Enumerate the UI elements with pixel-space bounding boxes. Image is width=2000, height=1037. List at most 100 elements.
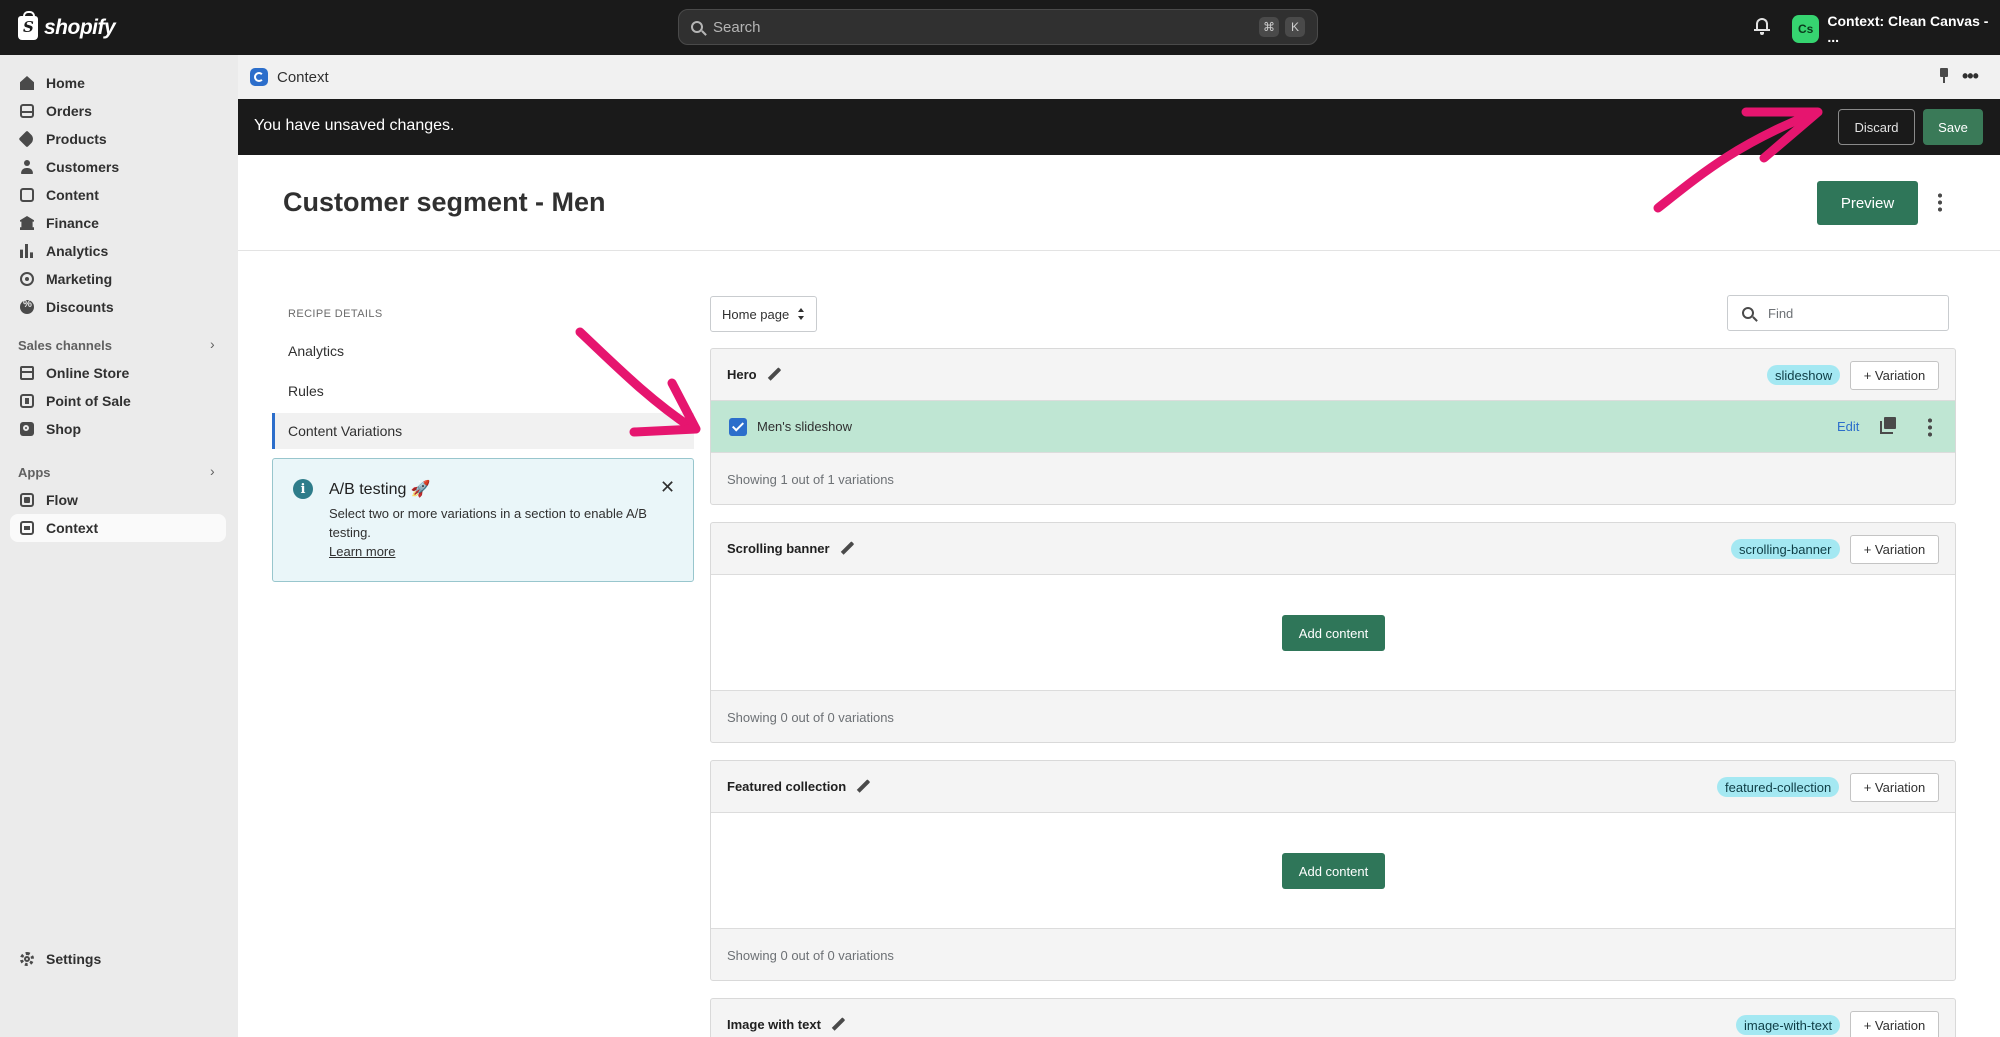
save-button[interactable]: Save <box>1923 109 1983 145</box>
section-image-with-text: Image with text image-with-text + Variat… <box>710 998 1956 1037</box>
section-footer: Showing 0 out of 0 variations <box>727 709 894 725</box>
sidebar-item-label: Context <box>46 520 99 536</box>
more-vertical-icon[interactable] <box>1938 192 1942 212</box>
shopify-bag-icon <box>18 11 38 40</box>
store-menu[interactable]: Cs Context: Clean Canvas - ... <box>1792 13 2000 45</box>
context-icon <box>20 521 34 535</box>
add-content-button[interactable]: Add content <box>1282 853 1385 889</box>
shortcut-cmd-key: ⌘ <box>1259 17 1279 37</box>
sidebar-item-label: Home <box>46 75 85 91</box>
section-tag: slideshow <box>1767 365 1841 385</box>
gear-icon <box>20 952 34 966</box>
pencil-icon[interactable] <box>831 1016 846 1031</box>
add-content-button[interactable]: Add content <box>1282 615 1385 651</box>
edit-link[interactable]: Edit <box>1837 419 1859 434</box>
section-body: Add content <box>711 813 1955 929</box>
sidebar-item-analytics[interactable]: Analytics <box>10 237 226 265</box>
sidebar-item-online-store[interactable]: Online Store <box>10 359 226 387</box>
store-name: Context: Clean Canvas - ... <box>1827 13 1989 45</box>
ab-testing-banner: i A/B testing 🚀 Select two or more varia… <box>272 458 694 582</box>
sidebar-item-content[interactable]: Content <box>10 181 226 209</box>
pencil-icon[interactable] <box>840 540 854 555</box>
apps-heading[interactable]: Apps <box>18 465 51 480</box>
recipe-nav-rules[interactable]: Rules <box>272 373 694 409</box>
sidebar-item-shop[interactable]: Shop <box>10 415 226 443</box>
section-body: Add content <box>711 575 1955 691</box>
store-icon <box>20 366 34 380</box>
bank-icon <box>20 216 34 230</box>
ab-testing-text: Select two or more variations in a secti… <box>329 506 647 540</box>
search-bar[interactable]: Search ⌘ K <box>678 9 1318 45</box>
sales-channels-heading[interactable]: Sales channels <box>18 338 112 353</box>
sidebar-item-orders[interactable]: Orders <box>10 97 226 125</box>
find-placeholder: Find <box>1768 305 1794 321</box>
app-title: Context <box>277 68 329 86</box>
sidebar: Home Orders Products Customers Content F… <box>0 55 238 1037</box>
sidebar-item-flow[interactable]: Flow <box>10 486 226 514</box>
sidebar-item-products[interactable]: Products <box>10 125 226 153</box>
inbox-icon <box>20 104 34 118</box>
add-variation-button[interactable]: + Variation <box>1850 1011 1939 1037</box>
sidebar-item-label: Discounts <box>46 299 114 315</box>
sidebar-item-label: Analytics <box>46 243 109 259</box>
section-footer: Showing 0 out of 0 variations <box>727 947 894 963</box>
recipe-details-heading: RECIPE DETAILS <box>288 308 383 320</box>
variation-row[interactable]: Men's slideshow Edit <box>711 401 1955 453</box>
top-bar: shopify Search ⌘ K Cs Context: Clean Can… <box>0 0 2000 55</box>
more-horizontal-icon[interactable]: ••• <box>1962 66 1979 87</box>
sidebar-item-context[interactable]: Context <box>10 514 226 542</box>
bell-icon[interactable] <box>1754 17 1770 35</box>
select-arrows-icon <box>798 308 804 320</box>
section-featured-collection: Featured collection featured-collection … <box>710 760 1956 981</box>
section-header: Featured collection featured-collection … <box>711 761 1955 813</box>
section-header: Scrolling banner scrolling-banner + Vari… <box>711 523 1955 575</box>
pencil-icon[interactable] <box>767 366 781 381</box>
section-scrolling-banner: Scrolling banner scrolling-banner + Vari… <box>710 522 1956 743</box>
info-icon: i <box>293 479 313 499</box>
person-icon <box>20 160 34 174</box>
sidebar-item-customers[interactable]: Customers <box>10 153 226 181</box>
recipe-nav-content-variations[interactable]: Content Variations <box>272 413 694 449</box>
ab-testing-title: A/B testing 🚀 <box>329 481 431 498</box>
context-app-icon <box>250 68 268 86</box>
recipe-nav-analytics[interactable]: Analytics <box>272 333 694 369</box>
variation-checkbox[interactable] <box>729 418 747 436</box>
search-icon <box>691 21 703 33</box>
sidebar-item-finance[interactable]: Finance <box>10 209 226 237</box>
search-placeholder: Search <box>713 18 761 36</box>
section-tag: scrolling-banner <box>1731 539 1840 559</box>
close-icon[interactable]: ✕ <box>660 477 675 498</box>
sidebar-item-home[interactable]: Home <box>10 69 226 97</box>
preview-button[interactable]: Preview <box>1817 181 1918 225</box>
page-header: Customer segment - Men Preview <box>238 155 2000 251</box>
chevron-right-icon[interactable]: › <box>210 463 215 479</box>
chevron-right-icon[interactable]: › <box>210 336 215 352</box>
sidebar-item-label: Products <box>46 131 107 147</box>
add-variation-button[interactable]: + Variation <box>1850 535 1939 564</box>
learn-more-link[interactable]: Learn more <box>329 544 395 559</box>
duplicate-icon[interactable] <box>1880 417 1896 434</box>
logo-text: shopify <box>44 16 116 39</box>
page-select[interactable]: Home page <box>710 296 817 332</box>
pin-icon[interactable] <box>1938 68 1950 84</box>
discard-button[interactable]: Discard <box>1838 109 1915 145</box>
section-footer: Showing 1 out of 1 variations <box>727 471 894 487</box>
sidebar-item-marketing[interactable]: Marketing <box>10 265 226 293</box>
tag-icon <box>18 130 36 148</box>
sidebar-item-label: Online Store <box>46 365 130 381</box>
add-variation-button[interactable]: + Variation <box>1850 361 1939 390</box>
bar-chart-icon <box>20 244 34 258</box>
more-vertical-icon[interactable] <box>1928 417 1932 437</box>
page-title: Customer segment - Men <box>283 187 606 217</box>
app-title-bar: Context <box>238 55 2000 99</box>
sidebar-item-label: Finance <box>46 215 99 231</box>
sidebar-item-discounts[interactable]: Discounts <box>10 293 226 321</box>
section-tag: image-with-text <box>1736 1015 1841 1035</box>
section-title: Image with text <box>727 1016 846 1032</box>
find-input[interactable]: Find <box>1727 295 1949 331</box>
shopify-logo[interactable]: shopify <box>18 11 116 42</box>
add-variation-button[interactable]: + Variation <box>1850 773 1939 802</box>
sidebar-item-settings[interactable]: Settings <box>10 945 226 973</box>
sidebar-item-point-of-sale[interactable]: Point of Sale <box>10 387 226 415</box>
pencil-icon[interactable] <box>856 778 871 793</box>
